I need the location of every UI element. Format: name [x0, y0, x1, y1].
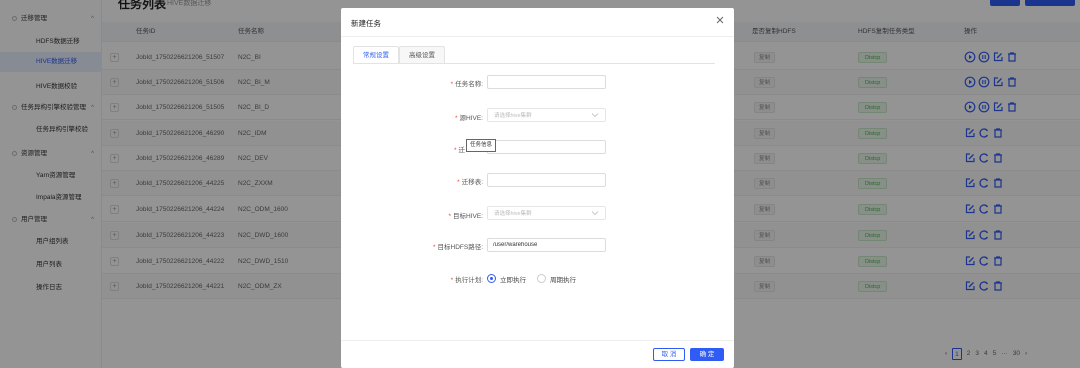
confirm-button[interactable]: 确 定	[690, 348, 724, 361]
source-hive-label: * 源HIVE:	[454, 115, 483, 122]
migrate-table-input[interactable]	[487, 173, 606, 187]
select-placeholder: 请选择hive集群	[494, 113, 532, 119]
target-hdfs-label: * 目标HDFS路径:	[432, 244, 483, 251]
migrate-db-label: * 迁	[454, 147, 466, 154]
task-name-label: * 任务名称:	[450, 81, 483, 88]
migrate-db-input[interactable]	[487, 140, 606, 154]
new-task-dialog: 新建任务 常规设置 高级设置 * 任务名称: * 源HIVE: 请选择hive集群 …	[341, 8, 734, 368]
chevron-down-icon	[591, 113, 599, 118]
divider	[341, 36, 734, 37]
tab-general[interactable]: 常规设置	[353, 46, 399, 64]
select-placeholder: 请选择hive集群	[494, 211, 532, 217]
target-hdfs-input[interactable]	[487, 238, 606, 252]
tooltip: 任务信息	[466, 139, 497, 152]
plan-label: * 执行计划:	[450, 277, 483, 284]
cancel-button[interactable]: 取 消	[653, 348, 685, 361]
target-hive-select[interactable]: 请选择hive集群	[487, 206, 606, 220]
tab-divider	[353, 63, 715, 64]
close-icon[interactable]	[715, 15, 725, 25]
migrate-table-label: * 迁移表:	[457, 179, 483, 186]
chevron-down-icon	[591, 211, 599, 216]
divider	[341, 340, 734, 341]
dialog-title: 新建任务	[351, 19, 381, 28]
radio-periodic-label[interactable]: 周期执行	[550, 274, 576, 284]
task-name-input[interactable]	[487, 75, 606, 89]
source-hive-select[interactable]: 请选择hive集群	[487, 108, 606, 122]
radio-immediate[interactable]	[487, 274, 496, 283]
radio-periodic[interactable]	[537, 274, 546, 283]
target-hive-label: * 目标HIVE:	[448, 213, 483, 220]
radio-immediate-label[interactable]: 立即执行	[500, 274, 526, 284]
tab-advanced[interactable]: 高级设置	[399, 46, 445, 64]
